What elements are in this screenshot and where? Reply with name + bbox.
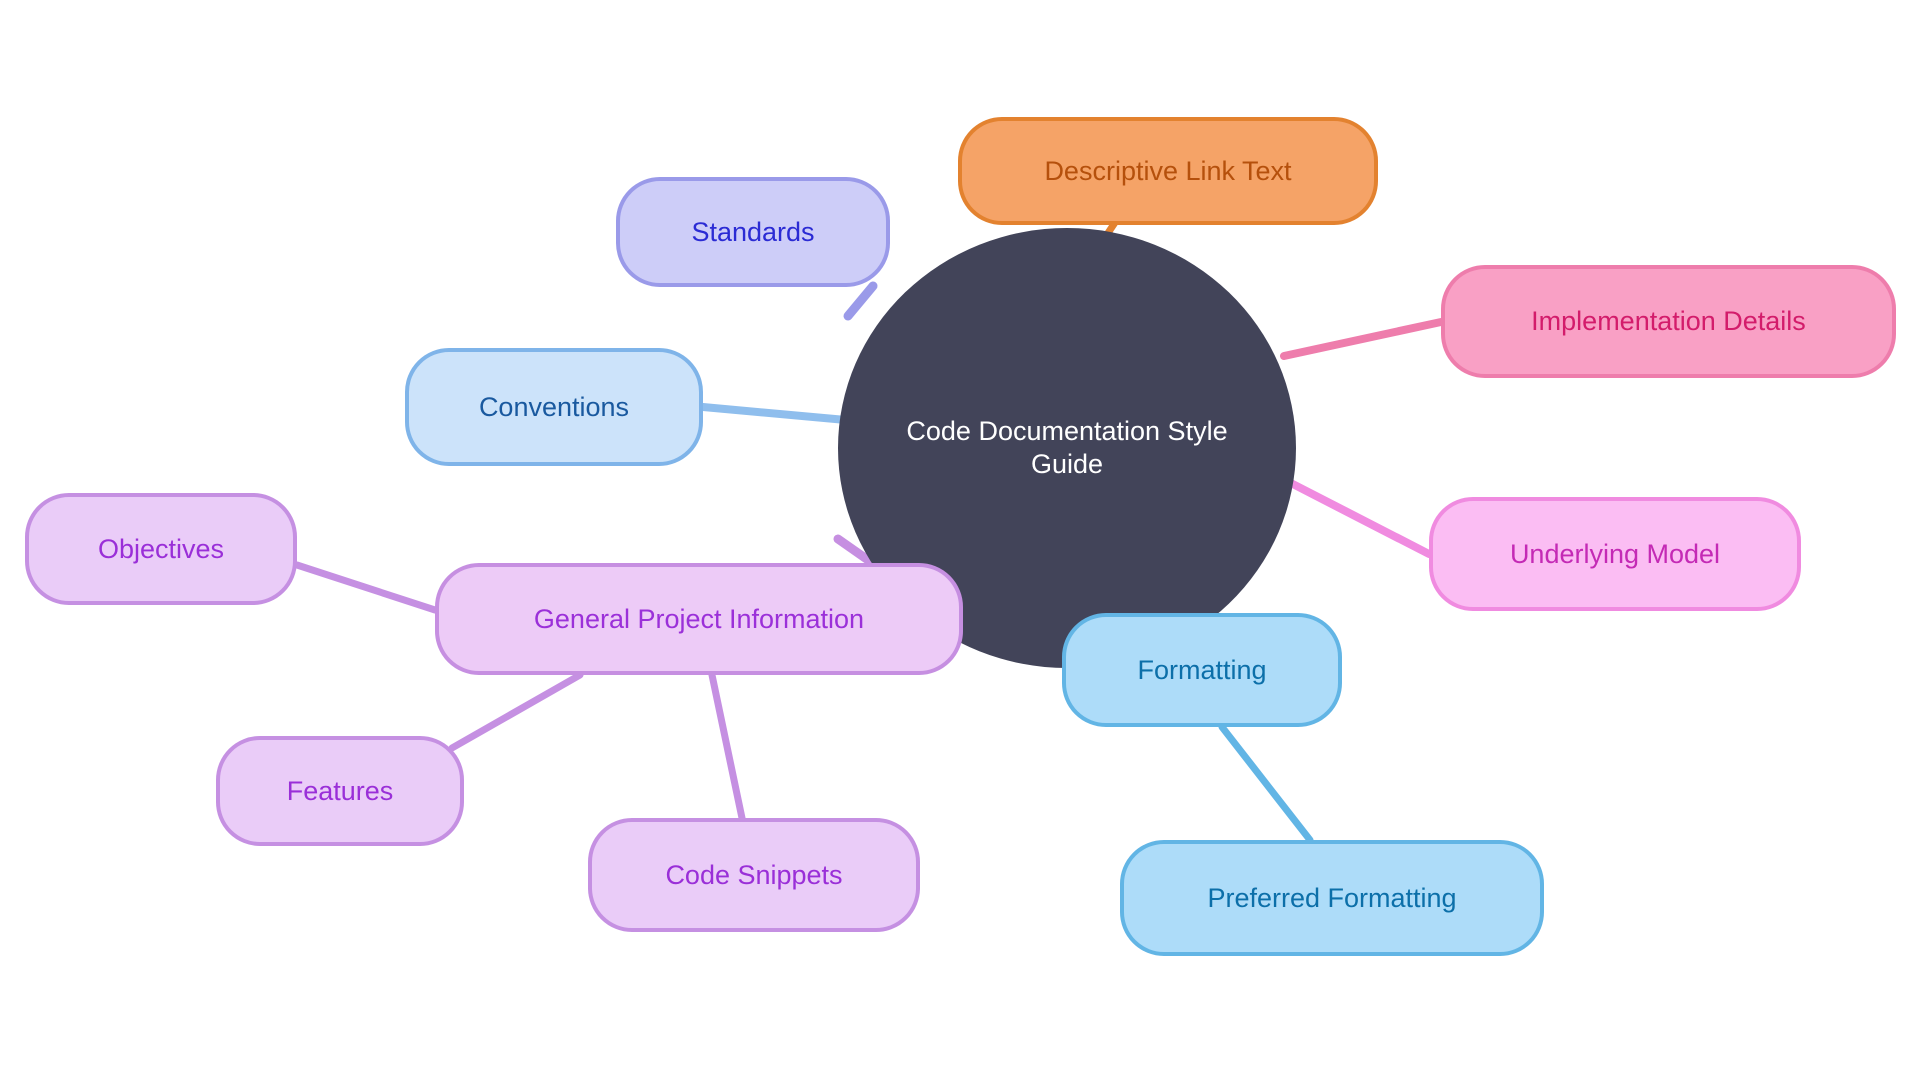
edge-general-objectives — [293, 561, 439, 614]
mindmap-canvas: Code Documentation Style Guide Descriptiv… — [0, 0, 1920, 1080]
edge-root-implementation-details — [1280, 318, 1445, 360]
edge-root-underlying-model — [1281, 476, 1433, 558]
mindmap-node-underlying-model[interactable]: Underlying Model — [1429, 497, 1801, 611]
mindmap-node-code-snippets[interactable]: Code Snippets — [588, 818, 920, 932]
mindmap-node-conventions[interactable]: Conventions — [405, 348, 703, 466]
mindmap-node-features[interactable]: Features — [216, 736, 464, 846]
edge-root-conventions — [699, 403, 850, 424]
mindmap-node-objectives[interactable]: Objectives — [25, 493, 297, 605]
edge-general-code-snippets — [708, 671, 746, 822]
mindmap-node-implementation-details[interactable]: Implementation Details — [1441, 265, 1896, 378]
mindmap-node-label-implementation-details: Implementation Details — [1531, 306, 1806, 337]
mindmap-node-descriptive-link-text[interactable]: Descriptive Link Text — [958, 117, 1378, 225]
mindmap-node-label-underlying-model: Underlying Model — [1509, 538, 1721, 569]
edge-formatting-preferred-formatting — [1218, 723, 1314, 844]
edge-general-features — [448, 671, 584, 752]
mindmap-node-standards[interactable]: Standards — [616, 177, 890, 287]
mindmap-root-label: Code Documentation Style Guide — [906, 416, 1228, 479]
mindmap-node-general-project-information[interactable]: General Project Information — [435, 563, 963, 675]
mindmap-node-label-preferred-formatting: Preferred Formatting — [1207, 882, 1457, 913]
mindmap-node-label-conventions: Conventions — [478, 391, 630, 422]
mindmap-node-label-formatting: Formatting — [1137, 654, 1267, 685]
mindmap-node-formatting[interactable]: Formatting — [1062, 613, 1342, 727]
mindmap-node-label-general-project-information: General Project Information — [533, 603, 865, 634]
mindmap-node-label-standards: Standards — [691, 216, 815, 247]
mindmap-node-label-code-snippets: Code Snippets — [665, 859, 843, 890]
mindmap-node-label-descriptive-link-text: Descriptive Link Text — [1044, 155, 1292, 186]
mindmap-node-label-objectives: Objectives — [97, 533, 225, 564]
mindmap-node-label-features: Features — [286, 775, 394, 806]
mindmap-node-preferred-formatting[interactable]: Preferred Formatting — [1120, 840, 1544, 956]
edge-root-standards — [843, 281, 878, 321]
